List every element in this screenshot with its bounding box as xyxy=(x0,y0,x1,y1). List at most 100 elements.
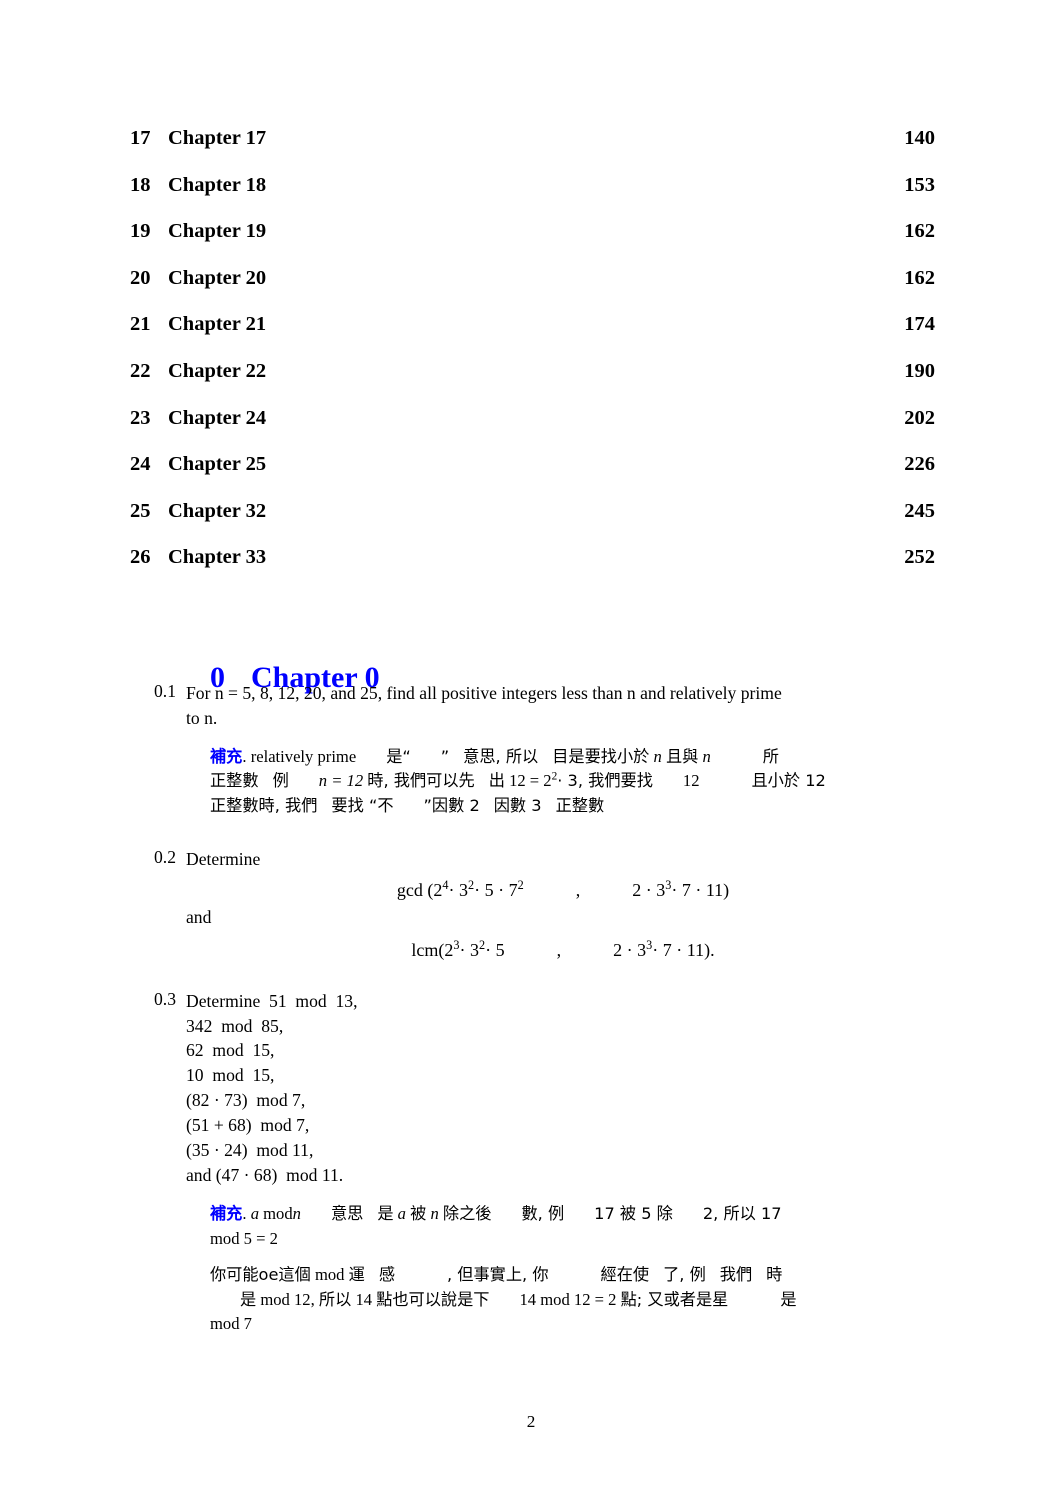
equation-connector: and xyxy=(186,906,212,927)
toc-entry[interactable]: 23 Chapter 24 202 xyxy=(130,408,935,455)
note-var: a xyxy=(250,1204,259,1224)
note-frag: 正整數時, 我們 xyxy=(210,796,318,816)
toc-entry[interactable]: 21 Chapter 21 174 xyxy=(130,314,935,361)
toc-entry-left: 23 Chapter 24 xyxy=(130,408,266,429)
note-frag: mod 12, xyxy=(260,1289,315,1309)
toc-entry-page: 153 xyxy=(904,173,935,196)
toc-entry[interactable]: 26 Chapter 33 252 xyxy=(130,547,935,594)
note-frag: 數, 例 xyxy=(521,1204,565,1224)
problem-label: 0.2 xyxy=(154,846,176,867)
note-var: n xyxy=(702,746,711,766)
equation-lcm: lcm(23· 32· 5,2 · 33· 7 · 11). xyxy=(186,938,940,961)
note-frag: · 3, 我們要找 xyxy=(557,771,653,791)
problem-0-2: 0.2 Determine gcd (24· 32· 5 · 72, 2 · 33… xyxy=(140,847,940,961)
toc-entry-title: Chapter 25 xyxy=(168,453,267,476)
toc-entry-page: 140 xyxy=(904,127,935,149)
toc-entry-left: 21 Chapter 21 xyxy=(130,314,266,335)
note-frag: 出 xyxy=(488,771,505,791)
note-frag: 時, 我們可以先 xyxy=(367,771,475,791)
note-frag: 要找 “不 xyxy=(331,796,394,816)
problem-0-1: 0.1 For n = 5, 8, 12, 20, and 25, find a… xyxy=(140,681,940,819)
toc-entry-page: 162 xyxy=(904,266,935,289)
document-page: 17 Chapter 17 140 18 Chapter 18 153 19 C… xyxy=(0,0,1062,1505)
mod-item: Determine 51 mod 13, xyxy=(186,990,358,1011)
note-frag: 你可能oe這個 xyxy=(210,1265,311,1285)
supplement-tag: 補充 xyxy=(210,746,243,766)
note-frag: 除之後 xyxy=(442,1204,492,1224)
toc-entry-left: 20 Chapter 20 xyxy=(130,268,266,289)
note-var: n xyxy=(430,1204,439,1224)
note-frag: 點; 又或者是星 xyxy=(620,1289,729,1309)
toc-entry[interactable]: 22 Chapter 22 190 xyxy=(130,361,935,408)
note-frag: 運 xyxy=(348,1265,365,1285)
eq-frag: · 7 · 11) xyxy=(671,879,730,900)
note-frag: 我們 xyxy=(719,1265,753,1285)
toc-entry-number: 22 xyxy=(130,359,151,382)
note-frag: 14 xyxy=(355,1289,373,1309)
toc-entry-left: 24 Chapter 25 xyxy=(130,454,266,475)
toc-entry-page: 252 xyxy=(904,546,935,569)
note-line-1: 補充. relatively prime 是“ ” 意思, 所以 目是要找小於 n 且與… xyxy=(210,745,940,770)
toc-entry[interactable]: 18 Chapter 18 153 xyxy=(130,175,935,222)
toc-entry-title: Chapter 20 xyxy=(168,266,267,289)
eq-frag: lcm(2 xyxy=(411,939,454,960)
eq-frag: 2 · 3 xyxy=(613,939,647,960)
toc-entry-title: Chapter 17 xyxy=(168,127,267,149)
note-frag: 14 mod 12 = 2 xyxy=(519,1289,617,1309)
note-var: a xyxy=(397,1204,406,1224)
toc-entry-left: 22 Chapter 22 xyxy=(130,361,266,382)
eq-comma: , xyxy=(556,939,562,960)
eq-frag: · 5 xyxy=(485,939,505,960)
problem-body: For n = 5, 8, 12, 20, and 25, find all p… xyxy=(186,681,940,819)
problem-intro: Determine xyxy=(186,848,261,869)
note-frag: 12 = 2 xyxy=(509,771,552,791)
toc-entry-number: 26 xyxy=(130,546,151,569)
toc-entry-left: 17 Chapter 17 xyxy=(130,128,266,149)
eq-frag: · 3 xyxy=(459,939,480,960)
toc-entry-left: 26 Chapter 33 xyxy=(130,547,266,568)
supplement-note-0-1: 補充. relatively prime 是“ ” 意思, 所以 目是要找小於 n 且與… xyxy=(210,745,940,819)
problem-label: 0.3 xyxy=(154,988,176,1009)
toc-entry-number: 21 xyxy=(130,313,151,336)
toc-entry[interactable]: 24 Chapter 25 226 xyxy=(130,454,935,501)
note-line-1: 你可能oe這個 mod 運感 , 但事實上, 你 經在使 了, 例我們時 xyxy=(210,1263,940,1288)
eq-frag: · 5 · 7 xyxy=(474,879,518,900)
toc-entry-number: 19 xyxy=(130,220,151,243)
problem-statement-line2: to n. xyxy=(186,707,218,728)
note-frag: mod xyxy=(314,1265,345,1285)
note-frag: 是 xyxy=(377,1204,394,1224)
problem-label: 0.1 xyxy=(154,681,176,701)
toc-entry-page: 190 xyxy=(904,359,935,382)
toc-entry-page: 245 xyxy=(904,499,935,522)
problem-list: 0.1 For n = 5, 8, 12, 20, and 25, find a… xyxy=(140,681,940,1337)
mod-item: (82 · 73) mod 7, xyxy=(186,1090,306,1111)
note-frag: 是“ xyxy=(386,746,411,766)
mod-item: (51 + 68) mod 7, xyxy=(186,1115,310,1136)
problem-body: Determine gcd (24· 32· 5 · 72, 2 · 33· 7 … xyxy=(186,847,940,961)
toc-entry-number: 24 xyxy=(130,453,151,476)
note-line-3: 正整數時, 我們 要找 “不 ”因數 2 因數 3 正整數 xyxy=(210,794,940,819)
toc-entry-page: 174 xyxy=(904,313,935,336)
note-line-3: mod 7 xyxy=(210,1314,252,1334)
toc-entry-left: 19 Chapter 19 xyxy=(130,221,266,242)
note-frag: 意思 xyxy=(330,1204,364,1224)
mod-item: 10 mod 15, xyxy=(186,1065,275,1086)
toc-entry[interactable]: 19 Chapter 19 162 xyxy=(130,221,935,268)
toc-entry-number: 17 xyxy=(130,127,151,149)
toc-entry[interactable]: 17 Chapter 17 140 xyxy=(130,128,935,175)
eq-comma: , xyxy=(575,879,581,900)
note-frag: 目是要找小於 xyxy=(552,746,650,766)
toc-entry[interactable]: 20 Chapter 20 162 xyxy=(130,268,935,315)
toc-entry-number: 20 xyxy=(130,266,151,289)
page-number: 2 xyxy=(526,1412,536,1431)
eq-frag: gcd (2 xyxy=(396,879,443,900)
toc-entry[interactable]: 25 Chapter 32 245 xyxy=(130,501,935,548)
eq-frag: · 7 · 11). xyxy=(652,939,715,960)
eq-exponent: 2 xyxy=(517,877,524,892)
note-var: n xyxy=(653,746,662,766)
supplement-tag-period: . xyxy=(242,1204,247,1224)
note-frag: 是 xyxy=(240,1289,257,1309)
note-frag: 是 xyxy=(780,1289,797,1309)
note-frag: 點也可以說是下 xyxy=(376,1289,490,1309)
note-frag: 12 xyxy=(682,771,700,791)
